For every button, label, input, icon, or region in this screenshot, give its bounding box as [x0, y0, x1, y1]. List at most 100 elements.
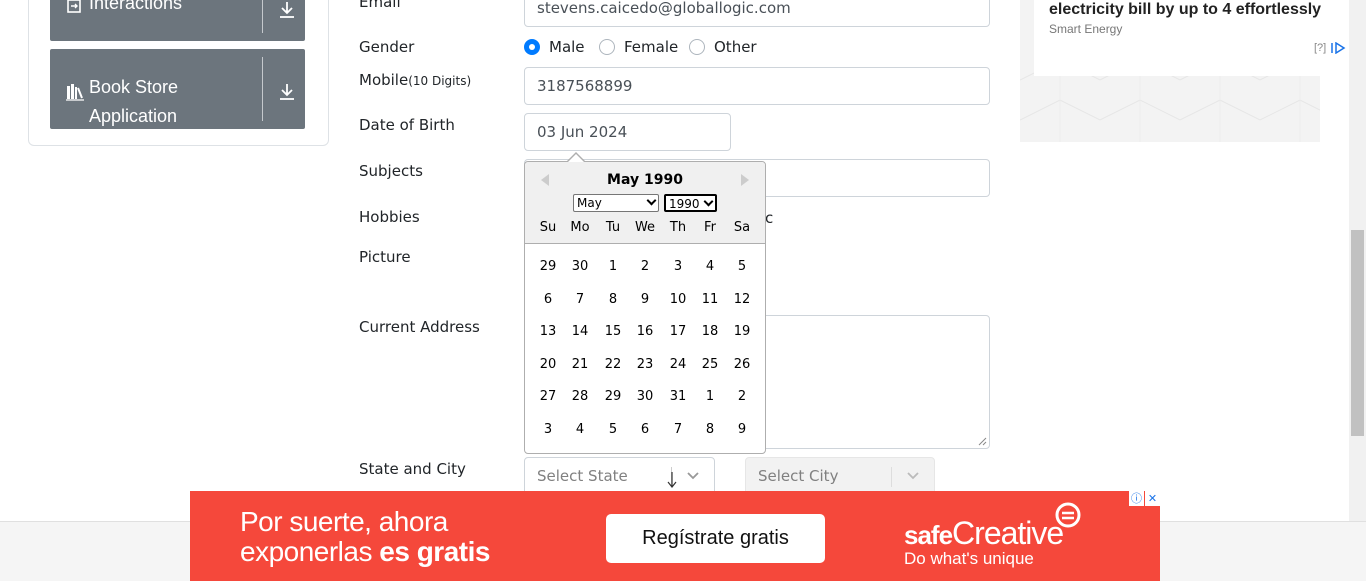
calendar-day[interactable]: 1 — [597, 254, 629, 280]
month-select[interactable]: May — [573, 194, 659, 212]
picture-label: Picture — [359, 248, 411, 266]
banner-text-bold: es gratis — [379, 536, 490, 567]
scrollbar-thumb[interactable] — [1351, 230, 1364, 436]
banner-tagline: Do what's unique — [904, 549, 1034, 568]
calendar-day[interactable]: 2 — [726, 384, 758, 410]
calendar-day[interactable]: 7 — [564, 287, 596, 313]
calendar-day[interactable]: 10 — [662, 287, 694, 313]
radio-male[interactable] — [524, 39, 540, 55]
calendar-day[interactable]: 4 — [564, 417, 596, 443]
calendar-day[interactable]: 29 — [597, 384, 629, 410]
calendar-day[interactable]: 7 — [662, 417, 694, 443]
chevron-down-icon[interactable] — [687, 471, 699, 481]
weekday-header: Sa — [733, 220, 751, 235]
sidebar-item-label: Book Store — [89, 77, 179, 97]
calendar-day[interactable]: 2 — [629, 254, 661, 280]
calendar-day[interactable]: 4 — [694, 254, 726, 280]
weekday-header: Tu — [605, 220, 621, 235]
calendar-day[interactable]: 16 — [629, 319, 661, 345]
gender-male[interactable]: Male — [524, 38, 585, 56]
download-icon[interactable] — [278, 0, 296, 20]
safecreative-logo: safeCreative — [904, 515, 1064, 552]
register-button[interactable]: Regístrate gratis — [606, 514, 825, 563]
calendar-day[interactable]: 26 — [726, 352, 758, 378]
calendar-day[interactable]: 22 — [597, 352, 629, 378]
ad-help[interactable]: [?] — [1314, 42, 1326, 54]
divider — [262, 57, 263, 121]
calendar-day[interactable]: 3 — [532, 417, 564, 443]
calendar-day[interactable]: 19 — [726, 319, 758, 345]
gender-other[interactable]: Other — [689, 38, 757, 56]
radio-other[interactable] — [689, 39, 705, 55]
ad-close-icon[interactable]: ✕ — [1145, 491, 1160, 506]
calendar-day[interactable]: 1 — [694, 384, 726, 410]
download-icon[interactable] — [278, 82, 296, 102]
sidebar-item-book-store[interactable]: Book Store Application — [50, 49, 305, 129]
resize-handle-icon[interactable] — [978, 437, 987, 446]
year-select[interactable]: 1990 — [664, 194, 717, 212]
calendar-day[interactable]: 8 — [694, 417, 726, 443]
radio-female[interactable] — [599, 39, 615, 55]
chevron-down-icon[interactable] — [907, 471, 919, 481]
banner-ad[interactable]: Por suerte, ahora exponerlas es gratis R… — [190, 491, 1160, 581]
calendar-day[interactable]: 6 — [532, 287, 564, 313]
calendar-day[interactable]: 5 — [726, 254, 758, 280]
mobile-field[interactable]: 3187568899 — [524, 67, 990, 105]
safecreative-mark-icon — [1055, 502, 1081, 528]
ad-card[interactable]: electricity bill by up to 4 effortlessly… — [1034, 0, 1354, 76]
calendar-day[interactable]: 3 — [662, 254, 694, 280]
city-select[interactable]: Select City — [745, 457, 935, 495]
dob-label: Date of Birth — [359, 116, 455, 134]
gender-female-label[interactable]: Female — [624, 38, 678, 56]
calendar-day[interactable]: 30 — [564, 254, 596, 280]
calendar-day[interactable]: 21 — [564, 352, 596, 378]
ad-info-icon[interactable]: ⓘ — [1129, 491, 1144, 506]
divider — [262, 0, 263, 33]
gender-male-label[interactable]: Male — [549, 38, 585, 56]
banner-text: Por suerte, ahora exponerlas es gratis — [240, 507, 490, 567]
ad-top[interactable]: electricity bill by up to 4 effortlessly… — [1020, 0, 1354, 142]
calendar-day[interactable]: 23 — [629, 352, 661, 378]
cursor-icon — [667, 472, 677, 488]
sidebar-item-interactions[interactable]: Interactions — [50, 0, 305, 41]
calendar-day[interactable]: 27 — [532, 384, 564, 410]
gender-female[interactable]: Female — [599, 38, 678, 56]
dob-input[interactable]: 03 Jun 2024 — [524, 113, 731, 151]
calendar-day[interactable]: 18 — [694, 319, 726, 345]
weekday-header: We — [634, 220, 656, 235]
mobile-label: Mobile(10 Digits) — [359, 71, 471, 89]
calendar-day[interactable]: 15 — [597, 319, 629, 345]
calendar-day[interactable]: 5 — [597, 417, 629, 443]
chevron-down-icon — [703, 196, 714, 207]
ad-sponsor[interactable]: Smart Energy — [1049, 22, 1122, 36]
gender-other-label[interactable]: Other — [714, 38, 757, 56]
weekday-header: Th — [669, 220, 687, 235]
chevron-down-icon — [646, 195, 657, 206]
calendar-day[interactable]: 25 — [694, 352, 726, 378]
calendar-day[interactable]: 24 — [662, 352, 694, 378]
calendar-day[interactable]: 20 — [532, 352, 564, 378]
gender-label: Gender — [359, 38, 415, 56]
subjects-label: Subjects — [359, 162, 423, 180]
ad-headline[interactable]: electricity bill by up to 4 effortlessly — [1049, 1, 1321, 19]
calendar-day[interactable]: 31 — [662, 384, 694, 410]
calendar-day[interactable]: 9 — [726, 417, 758, 443]
calendar-day[interactable]: 6 — [629, 417, 661, 443]
calendar-day[interactable]: 13 — [532, 319, 564, 345]
calendar-day[interactable]: 28 — [564, 384, 596, 410]
state-select[interactable]: Select State — [524, 457, 715, 495]
email-field[interactable]: stevens.caicedo@globallogic.com — [524, 0, 990, 27]
adchoices-icon[interactable] — [1330, 42, 1348, 54]
brand-part-a: safe — [904, 520, 953, 550]
calendar-day[interactable]: 29 — [532, 254, 564, 280]
mobile-hint: (10 Digits) — [408, 74, 472, 88]
email-value: stevens.caicedo@globallogic.com — [537, 0, 791, 17]
calendar-day[interactable]: 17 — [662, 319, 694, 345]
calendar-day[interactable]: 12 — [726, 287, 758, 313]
hobbies-partial-text: c — [765, 209, 774, 227]
calendar-day[interactable]: 8 — [597, 287, 629, 313]
calendar-day[interactable]: 9 — [629, 287, 661, 313]
calendar-day[interactable]: 30 — [629, 384, 661, 410]
calendar-day[interactable]: 14 — [564, 319, 596, 345]
calendar-day[interactable]: 11 — [694, 287, 726, 313]
